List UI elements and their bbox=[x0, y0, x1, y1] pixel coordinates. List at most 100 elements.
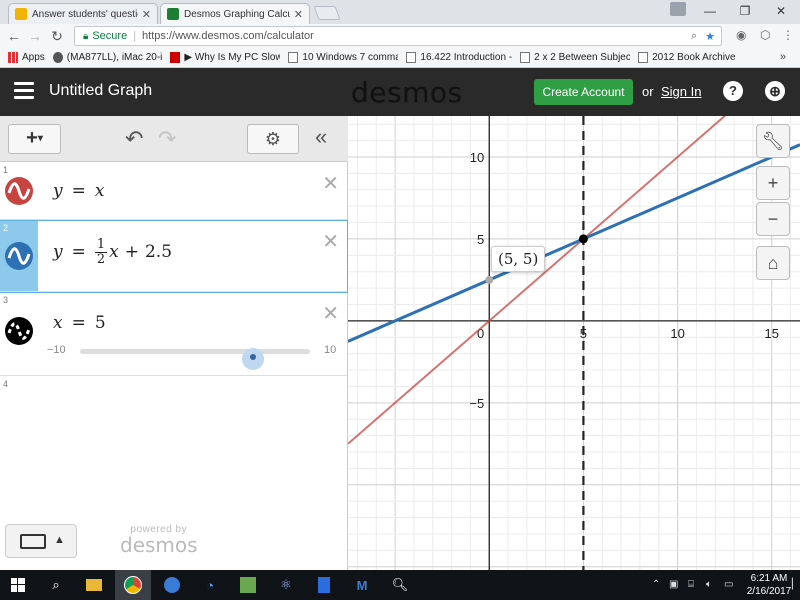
expression-math[interactable]: y = x bbox=[53, 181, 104, 201]
x-tick-label: 15 bbox=[765, 326, 779, 341]
app-icon[interactable]: M bbox=[352, 575, 372, 595]
restore-icon[interactable]: ❐ bbox=[727, 0, 763, 22]
clock[interactable]: 6:21 AM 2/16/2017 bbox=[744, 572, 794, 598]
window-close-icon[interactable]: ✕ bbox=[763, 0, 799, 22]
tab-answer-students[interactable]: Answer students' questic ✕ bbox=[8, 3, 158, 24]
secure-label: Secure bbox=[92, 30, 128, 42]
tab-desmos[interactable]: Desmos Graphing Calcul ✕ bbox=[160, 3, 310, 24]
expression-index: 1 bbox=[3, 165, 9, 175]
keyboard-icon bbox=[20, 534, 46, 549]
help-icon[interactable]: ? bbox=[723, 81, 743, 101]
slider-thumb[interactable] bbox=[249, 354, 256, 360]
search-icon[interactable]: ⌕ bbox=[46, 575, 66, 595]
bookmark-label: ▶ Why Is My PC Slow bbox=[184, 52, 281, 63]
extension-icon[interactable]: ◉ bbox=[736, 28, 746, 42]
dashed-line-icon[interactable] bbox=[5, 317, 33, 345]
graph-title[interactable]: Untitled Graph bbox=[49, 82, 152, 100]
bookmark-windows-commands[interactable]: 10 Windows 7 comma bbox=[288, 52, 398, 63]
slider-track[interactable] bbox=[80, 348, 310, 370]
expression-row-1[interactable]: 1 y = x ✕ bbox=[0, 163, 347, 220]
zoom-icon[interactable]: ⌕ bbox=[691, 30, 697, 43]
undo-icon[interactable]: ↶ bbox=[125, 126, 143, 152]
y-tick-label: −5 bbox=[469, 396, 484, 411]
app-icon[interactable]: ◔ bbox=[200, 575, 220, 595]
graph-canvas[interactable]: 51015105−50 bbox=[348, 116, 800, 570]
close-icon[interactable]: ✕ bbox=[142, 8, 151, 21]
delete-expression-icon[interactable]: ✕ bbox=[322, 229, 339, 254]
bookmark-imac[interactable]: (MA877LL), iMac 20-i bbox=[52, 52, 163, 63]
lock-icon: 🔒︎ bbox=[83, 30, 89, 42]
back-icon[interactable]: ← bbox=[4, 27, 24, 45]
notification-icon[interactable]: ▭ bbox=[724, 579, 733, 590]
tray-chevron-icon[interactable]: ⌃ bbox=[652, 579, 660, 590]
y-tick-label: 10 bbox=[470, 150, 484, 165]
menu-icon[interactable]: ⋮ bbox=[782, 28, 794, 42]
tray-icon[interactable]: ▣ bbox=[669, 579, 678, 590]
x-tick-label: 10 bbox=[670, 326, 684, 341]
show-desktop[interactable]: ▏ bbox=[792, 579, 800, 590]
home-icon[interactable]: ⌂ bbox=[756, 246, 790, 280]
url-text[interactable]: https://www.desmos.com/calculator bbox=[142, 30, 314, 42]
graph-paper[interactable]: 51015105−50 (5, 5) 🔧︎ + − ⌂ bbox=[348, 116, 800, 570]
expression-row-2[interactable]: 2 y = 1 2 x +2.5 ✕ bbox=[0, 220, 348, 293]
red-wave-icon[interactable] bbox=[5, 177, 33, 205]
chrome-icon[interactable] bbox=[123, 575, 143, 595]
expression-row-3[interactable]: 3 x = 5 ✕ −10 10 bbox=[0, 293, 347, 376]
blue-wave-icon[interactable] bbox=[5, 242, 33, 270]
bookmark-why-slow[interactable]: ▶ Why Is My PC Slow bbox=[170, 52, 280, 63]
delete-expression-icon[interactable]: ✕ bbox=[322, 301, 339, 326]
bookmark-16422[interactable]: 16.422 Introduction - bbox=[406, 52, 512, 63]
page-icon bbox=[638, 52, 649, 63]
wrench-icon[interactable]: 🔧︎ bbox=[756, 124, 790, 158]
address-bar[interactable]: 🔒︎ Secure | https://www.desmos.com/calcu… bbox=[74, 26, 722, 46]
star-icon[interactable]: ★ bbox=[705, 30, 715, 43]
app-icon[interactable] bbox=[162, 575, 182, 595]
browser-tabstrip: Answer students' questic ✕ Desmos Graphi… bbox=[0, 0, 800, 24]
create-account-button[interactable]: Create Account bbox=[534, 79, 633, 105]
magnifier-icon[interactable]: 🔍︎ bbox=[390, 575, 410, 595]
delete-expression-icon[interactable]: ✕ bbox=[322, 171, 339, 196]
bookmark-label: Apps bbox=[22, 52, 45, 63]
zoom-out-button[interactable]: − bbox=[756, 202, 790, 236]
hamburger-menu-icon[interactable] bbox=[14, 82, 34, 99]
profile-icon[interactable] bbox=[670, 2, 686, 16]
globe-icon[interactable]: ⊕ bbox=[765, 81, 785, 101]
bookmarks-more-icon[interactable]: » bbox=[780, 51, 786, 63]
network-icon[interactable]: ⌸ bbox=[688, 579, 694, 590]
app-icon[interactable] bbox=[314, 575, 334, 595]
keyboard-button[interactable]: ▲ bbox=[5, 524, 77, 558]
expression-math[interactable]: x = 5 bbox=[53, 313, 106, 333]
bookmark-2012-book[interactable]: 2012 Book Archive bbox=[638, 52, 736, 63]
close-icon[interactable]: ✕ bbox=[294, 8, 303, 21]
file-explorer-icon[interactable] bbox=[84, 575, 104, 595]
minimize-icon[interactable]: — bbox=[692, 0, 728, 22]
redo-icon[interactable]: ↷ bbox=[158, 126, 176, 152]
page-icon bbox=[520, 52, 531, 63]
slider-max[interactable]: 10 bbox=[324, 344, 336, 356]
point-label[interactable]: (5, 5) bbox=[491, 246, 546, 272]
windows-start-icon[interactable] bbox=[8, 575, 28, 595]
bookmark-apps[interactable]: Apps bbox=[8, 52, 45, 63]
add-item-button[interactable]: +▾ bbox=[8, 124, 61, 154]
gear-icon[interactable]: ⚙ bbox=[247, 124, 299, 154]
reload-icon[interactable]: ↻ bbox=[47, 27, 67, 45]
zoom-in-button[interactable]: + bbox=[756, 166, 790, 200]
bookmark-label: 2012 Book Archive bbox=[652, 52, 736, 63]
expression-row-4[interactable]: 4 bbox=[0, 377, 347, 517]
apple-icon bbox=[52, 52, 63, 63]
app-icon[interactable] bbox=[238, 575, 258, 595]
expression-math[interactable]: y = 1 2 x +2.5 bbox=[53, 238, 172, 267]
slider-min[interactable]: −10 bbox=[47, 344, 66, 356]
app-icon[interactable]: ⚛ bbox=[276, 575, 296, 595]
sign-in-link[interactable]: Sign In bbox=[661, 84, 701, 99]
forward-icon[interactable]: → bbox=[25, 27, 45, 45]
extension-icon[interactable]: ⬡ bbox=[760, 28, 770, 42]
page-icon bbox=[288, 52, 299, 63]
bookmark-2x2[interactable]: 2 x 2 Between Subjec bbox=[520, 52, 630, 63]
bookmark-label: (MA877LL), iMac 20-i bbox=[66, 52, 163, 63]
volume-icon[interactable]: 🔈︎ bbox=[706, 579, 712, 590]
bookmark-label: 16.422 Introduction - bbox=[420, 52, 513, 63]
new-tab-button[interactable] bbox=[313, 6, 341, 20]
powered-by-desmos[interactable]: powered by desmos bbox=[120, 524, 198, 557]
collapse-panel-icon[interactable]: « bbox=[315, 124, 327, 150]
